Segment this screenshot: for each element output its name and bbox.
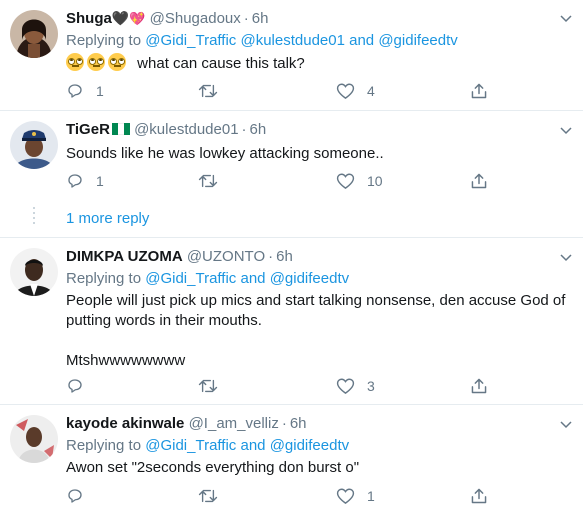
mention-link[interactable]: @kulestdude01	[240, 32, 344, 49]
mention-link[interactable]: @Gidi_Traffic	[145, 32, 236, 49]
eye-roll-emoji-icon	[66, 53, 84, 71]
timestamp[interactable]: 6h	[252, 10, 269, 27]
more-replies-link[interactable]: 1 more reply	[66, 210, 149, 227]
mention-link[interactable]: @gidifeedtv	[378, 32, 457, 49]
reply-count: 1	[96, 173, 104, 189]
display-name[interactable]: kayode akinwale	[66, 415, 184, 432]
like-count: 4	[367, 83, 375, 99]
chevron-down-icon[interactable]	[559, 14, 573, 24]
heart-icon	[336, 378, 355, 395]
share-button[interactable]	[470, 486, 488, 506]
mention-link[interactable]: @Gidi_Traffic	[145, 270, 236, 287]
retweet-icon	[198, 489, 218, 503]
eye-roll-emoji-icon	[87, 53, 105, 71]
share-icon	[471, 173, 487, 189]
timestamp[interactable]: 6h	[250, 121, 267, 138]
display-name[interactable]: TiGeR	[66, 121, 110, 138]
share-button[interactable]	[470, 376, 488, 396]
like-count: 10	[367, 173, 383, 189]
replying-to: Replying to @Gidi_Traffic and @gidifeedt…	[66, 270, 350, 287]
heart-icon	[336, 173, 355, 190]
avatar[interactable]	[10, 248, 58, 296]
mention-link[interactable]: @gidifeedtv	[270, 437, 349, 454]
retweet-icon	[198, 174, 218, 188]
reply-button[interactable]	[66, 486, 96, 506]
tweet-kayode-akinwale[interactable]: kayode akinwale @I_am_velliz · 6h Replying…	[0, 405, 583, 506]
share-button[interactable]	[470, 81, 488, 101]
reply-button[interactable]: 1	[66, 171, 104, 191]
timestamp[interactable]: 6h	[290, 415, 307, 432]
reply-icon	[68, 379, 82, 393]
user-handle[interactable]: @UZONTO	[187, 248, 265, 265]
tweet-text: Awon set "2seconds everything don burst …	[66, 459, 360, 476]
tweet-text: People will just pick up mics and start …	[66, 292, 566, 329]
replying-to: Replying to @Gidi_Traffic and @gidifeedt…	[66, 437, 350, 454]
retweet-button[interactable]	[198, 81, 230, 101]
retweet-icon	[198, 379, 218, 393]
reply-button[interactable]: 1	[66, 81, 104, 101]
retweet-icon	[198, 84, 218, 98]
like-button[interactable]: 3	[336, 376, 375, 396]
like-count: 3	[367, 378, 375, 394]
like-button[interactable]: 10	[336, 171, 383, 191]
retweet-button[interactable]	[198, 171, 230, 191]
nigeria-flag-icon	[111, 121, 130, 135]
reply-count: 1	[96, 83, 104, 99]
tweet-actions: 3	[66, 376, 506, 396]
timestamp[interactable]: 6h	[276, 248, 293, 265]
avatar[interactable]	[10, 415, 58, 463]
tweet-text: Sounds like he was lowkey attacking some…	[66, 145, 384, 162]
thread-line	[33, 207, 35, 227]
user-handle[interactable]: @kulestdude01	[134, 121, 238, 138]
reply-icon	[68, 489, 82, 503]
share-icon	[471, 378, 487, 394]
reply-button[interactable]	[66, 376, 96, 396]
heart-icon	[336, 83, 355, 100]
like-button[interactable]: 1	[336, 486, 375, 506]
tweet-actions: 1 4	[66, 81, 506, 101]
eye-roll-emoji-icon	[108, 53, 126, 71]
like-count: 1	[367, 488, 375, 504]
reply-icon	[68, 174, 82, 188]
tweet-tiger[interactable]: TiGeR @kulestdude01 · 6h Sounds like he wa…	[0, 111, 583, 203]
sparkling-heart-icon: 💖	[129, 11, 146, 26]
tweet-actions: 1	[66, 486, 506, 506]
share-icon	[471, 488, 487, 504]
tweet-text: what can cause this talk?	[66, 53, 573, 74]
chevron-down-icon[interactable]	[559, 253, 573, 263]
mention-link[interactable]: @gidifeedtv	[270, 270, 349, 287]
reply-icon	[68, 84, 82, 98]
mention-link[interactable]: @Gidi_Traffic	[145, 437, 236, 454]
user-handle[interactable]: @I_am_velliz	[189, 415, 279, 432]
retweet-button[interactable]	[198, 486, 230, 506]
share-button[interactable]	[470, 171, 488, 191]
tweet-text-continued: Mtshwwwwwwww	[66, 352, 186, 369]
user-handle[interactable]: @Shugadoux	[150, 10, 241, 27]
share-icon	[471, 83, 487, 99]
avatar[interactable]	[10, 10, 58, 58]
display-name[interactable]: DIMKPA UZOMA	[66, 248, 183, 265]
chevron-down-icon[interactable]	[559, 126, 573, 136]
tweet-shuga[interactable]: Shuga🖤💖 @Shugadoux · 6h Replying to @Gidi_…	[0, 0, 583, 110]
replying-to: Replying to @Gidi_Traffic @kulestdude01 …	[66, 32, 458, 49]
display-name[interactable]: Shuga	[66, 10, 112, 27]
avatar[interactable]	[10, 121, 58, 169]
black-heart-icon: 🖤	[111, 10, 130, 26]
retweet-button[interactable]	[198, 376, 230, 396]
chevron-down-icon[interactable]	[559, 420, 573, 430]
heart-icon	[336, 488, 355, 505]
tweet-dimkpa-uzoma[interactable]: DIMKPA UZOMA @UZONTO · 6h Replying to @Gid…	[0, 238, 583, 403]
like-button[interactable]: 4	[336, 81, 375, 101]
tweet-actions: 1 10	[66, 171, 506, 191]
